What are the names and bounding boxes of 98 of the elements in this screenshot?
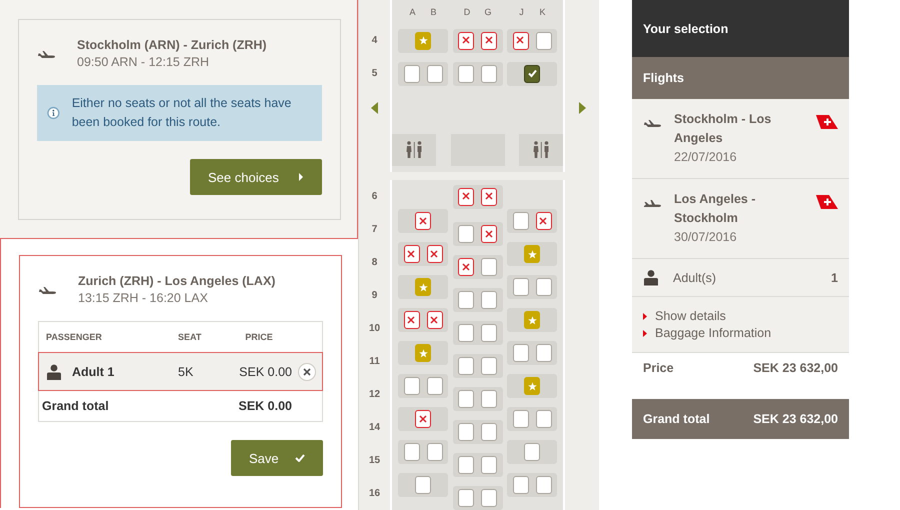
- seat[interactable]: [536, 212, 552, 230]
- route-title: Zurich (ZRH) - Los Angeles (LAX): [78, 274, 276, 288]
- total-label: Grand total: [42, 399, 110, 413]
- seat[interactable]: [426, 245, 442, 263]
- star-icon: [528, 382, 536, 390]
- x-icon: [407, 250, 416, 258]
- save-button[interactable]: Save: [231, 440, 323, 476]
- price-value: SEK 23 632,00: [753, 361, 838, 375]
- check-icon: [528, 69, 536, 78]
- airline-tail-icon: [815, 114, 839, 130]
- remove-button[interactable]: [298, 362, 316, 380]
- x-icon: [484, 36, 494, 45]
- seat[interactable]: [415, 410, 431, 428]
- row-number: 16: [368, 488, 380, 499]
- flight-times: 09:50 ARN - 12:15 ZRH: [77, 55, 210, 69]
- passenger-row[interactable]: Adult 1 5K SEK 0.00: [38, 352, 323, 391]
- x-icon: [430, 316, 439, 324]
- x-icon: [407, 316, 416, 324]
- caret-icon: [643, 312, 647, 320]
- seat[interactable]: [404, 245, 420, 263]
- details-link[interactable]: Baggage Information: [643, 326, 772, 340]
- seat[interactable]: [512, 32, 528, 50]
- star-icon: [418, 36, 428, 45]
- details-link[interactable]: Show details: [643, 309, 726, 323]
- row-number: 11: [369, 356, 380, 367]
- seat-number: 5K: [178, 364, 194, 378]
- star-icon: [528, 316, 536, 324]
- column-letter: D: [462, 7, 472, 17]
- flight-date: 22/07/2016: [674, 149, 738, 166]
- x-icon: [418, 216, 428, 226]
- seat[interactable]: [524, 64, 540, 82]
- seat-price: SEK 0.00: [238, 364, 292, 378]
- column-letter: G: [483, 7, 492, 17]
- row-number: 9: [372, 290, 378, 301]
- notice-text: Either no seats or not all the seats have been booked for this route.: [72, 95, 292, 131]
- seat[interactable]: [458, 188, 474, 206]
- check-icon: [295, 454, 305, 462]
- seat[interactable]: [404, 311, 420, 329]
- seat[interactable]: [458, 32, 474, 50]
- arrow-right-icon: [578, 102, 586, 114]
- row-number: 12: [368, 389, 380, 400]
- x-icon: [516, 36, 525, 45]
- row-number: 4: [372, 35, 378, 46]
- row-number: 5: [372, 68, 378, 79]
- section-header: Flights: [632, 57, 849, 99]
- seat[interactable]: [481, 188, 497, 206]
- column-header: SEAT: [178, 332, 202, 342]
- x-icon: [418, 414, 428, 424]
- row-number: 7: [372, 224, 378, 235]
- total-label: Grand total: [643, 412, 710, 426]
- flight-route: Los Angeles - Stockholm: [674, 191, 756, 227]
- restroom-icon: [404, 141, 424, 159]
- restroom-icon: [532, 141, 550, 159]
- column-letter: A: [408, 7, 416, 17]
- airline-tail-icon: [815, 194, 839, 210]
- arrow-left-icon: [371, 102, 378, 114]
- star-icon: [528, 250, 536, 258]
- caret-icon: [298, 173, 304, 181]
- price-label: Price: [643, 361, 674, 375]
- total-value: SEK 0.00: [237, 399, 292, 413]
- passenger-count: 1: [831, 270, 838, 284]
- flight-route: Stockholm - Los Angeles: [674, 111, 772, 147]
- row-number: 10: [368, 323, 380, 334]
- person-icon: [643, 269, 659, 286]
- star-icon: [418, 348, 428, 358]
- x-icon: [462, 192, 470, 201]
- star-icon: [418, 282, 428, 292]
- x-icon: [462, 36, 470, 45]
- passenger-name: Adult 1: [72, 364, 114, 378]
- seat[interactable]: [458, 258, 474, 276]
- panel-title: Your selection: [632, 0, 849, 57]
- seat[interactable]: [481, 32, 497, 50]
- column-header: PASSENGER: [46, 332, 103, 342]
- column-header: PRICE: [244, 332, 274, 342]
- x-icon: [484, 230, 494, 238]
- see-choices-button[interactable]: See choices: [190, 159, 322, 195]
- seat[interactable]: [426, 311, 442, 329]
- flight-times: 13:15 ZRH - 16:20 LAX: [78, 291, 209, 305]
- row-number: 8: [372, 257, 378, 268]
- caret-icon: [643, 330, 647, 336]
- row-number: 6: [372, 191, 378, 202]
- x-icon: [462, 262, 470, 272]
- close-icon: [303, 368, 311, 376]
- column-letter: B: [429, 7, 438, 17]
- flight-date: 30/07/2016: [674, 229, 738, 246]
- x-icon: [430, 250, 439, 258]
- route-title: Stockholm (ARN) - Zurich (ZRH): [77, 38, 267, 52]
- seat[interactable]: [415, 212, 431, 230]
- seat[interactable]: [481, 225, 497, 243]
- column-letter: J: [518, 7, 525, 17]
- person-icon: [46, 364, 62, 380]
- x-icon: [484, 192, 494, 201]
- x-icon: [539, 216, 548, 226]
- column-letter: K: [538, 7, 546, 17]
- row-number: 15: [368, 455, 380, 466]
- total-value: SEK 23 632,00: [753, 412, 838, 426]
- passenger-type: Adult(s): [673, 270, 718, 284]
- row-number: 14: [368, 422, 380, 433]
